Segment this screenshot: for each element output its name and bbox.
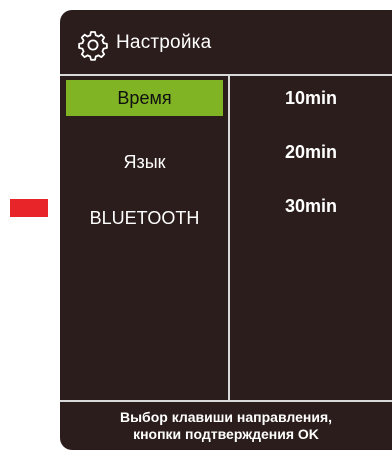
menu-item-bluetooth[interactable]: BLUETOOTH <box>66 200 223 236</box>
header-divider <box>60 74 392 76</box>
settings-panel: Настройка Время Язык BLUETOOTH 10min 20m… <box>60 10 392 450</box>
option-30min[interactable]: 30min <box>230 188 392 224</box>
option-10min[interactable]: 10min <box>230 80 392 116</box>
menu-item-label: Время <box>117 87 172 108</box>
option-20min[interactable]: 20min <box>230 134 392 170</box>
help-hint-line-1: Выбор клавиши направления, <box>119 409 333 425</box>
panel-header: Настройка <box>60 10 392 74</box>
menu-item-label: Язык <box>123 151 166 172</box>
option-label: 20min <box>284 141 338 162</box>
menu-item-time[interactable]: Время <box>66 80 223 116</box>
screen: Настройка Время Язык BLUETOOTH 10min 20m… <box>0 0 392 452</box>
page-title: Настройка <box>116 32 212 53</box>
option-label: 10min <box>284 87 338 108</box>
menu-item-language[interactable]: Язык <box>66 144 223 180</box>
option-label: 30min <box>284 195 338 216</box>
column-divider <box>228 76 230 400</box>
help-hint-line-2: кнопки подтверждения OK <box>133 426 319 442</box>
help-hint: Выбор клавиши направления, кнопки подтве… <box>60 402 392 450</box>
menu-item-label: BLUETOOTH <box>89 207 200 228</box>
gear-icon <box>78 31 108 61</box>
red-pointer-indicator <box>10 199 48 217</box>
